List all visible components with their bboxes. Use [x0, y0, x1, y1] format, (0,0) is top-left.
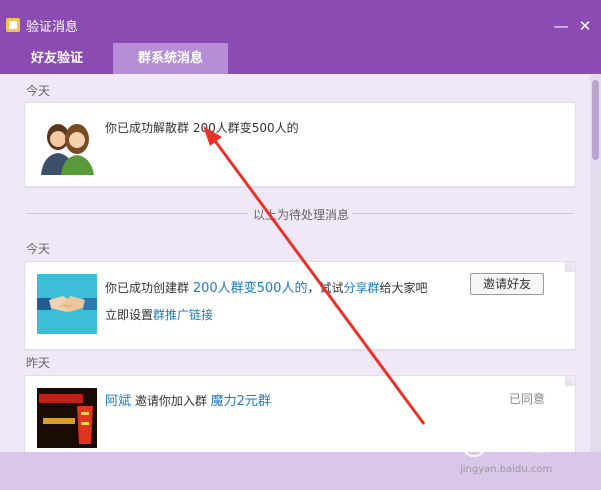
minimize-button[interactable]: —: [551, 16, 571, 36]
speaker-icon: [6, 18, 20, 32]
tab-friend-verification[interactable]: 好友验证: [12, 43, 102, 74]
verification-window: 验证消息 — ✕ 好友验证 群系统消息 今天 你已成功解散群 200人群变500…: [0, 0, 601, 490]
message-list: 今天 你已成功解散群 200人群变500人的 以上为待处理消息 今天 你已成功创…: [0, 74, 590, 452]
close-button[interactable]: ✕: [575, 16, 595, 36]
annotation-arrow: [203, 126, 426, 425]
svg-text:经验: 经验: [526, 434, 563, 456]
tab-group-system-messages[interactable]: 群系统消息: [113, 43, 228, 74]
vertical-scrollbar[interactable]: [590, 74, 601, 452]
tab-bar: 好友验证 群系统消息: [0, 40, 601, 74]
title-bar: 验证消息 — ✕: [0, 0, 601, 40]
watermark-url: jingyan.baidu.com: [460, 464, 553, 475]
watermark-logo: Bai 经验: [460, 428, 598, 460]
window-title: 验证消息: [26, 20, 79, 35]
scrollbar-thumb[interactable]: [592, 80, 599, 160]
svg-text:Bai: Bai: [492, 435, 524, 456]
